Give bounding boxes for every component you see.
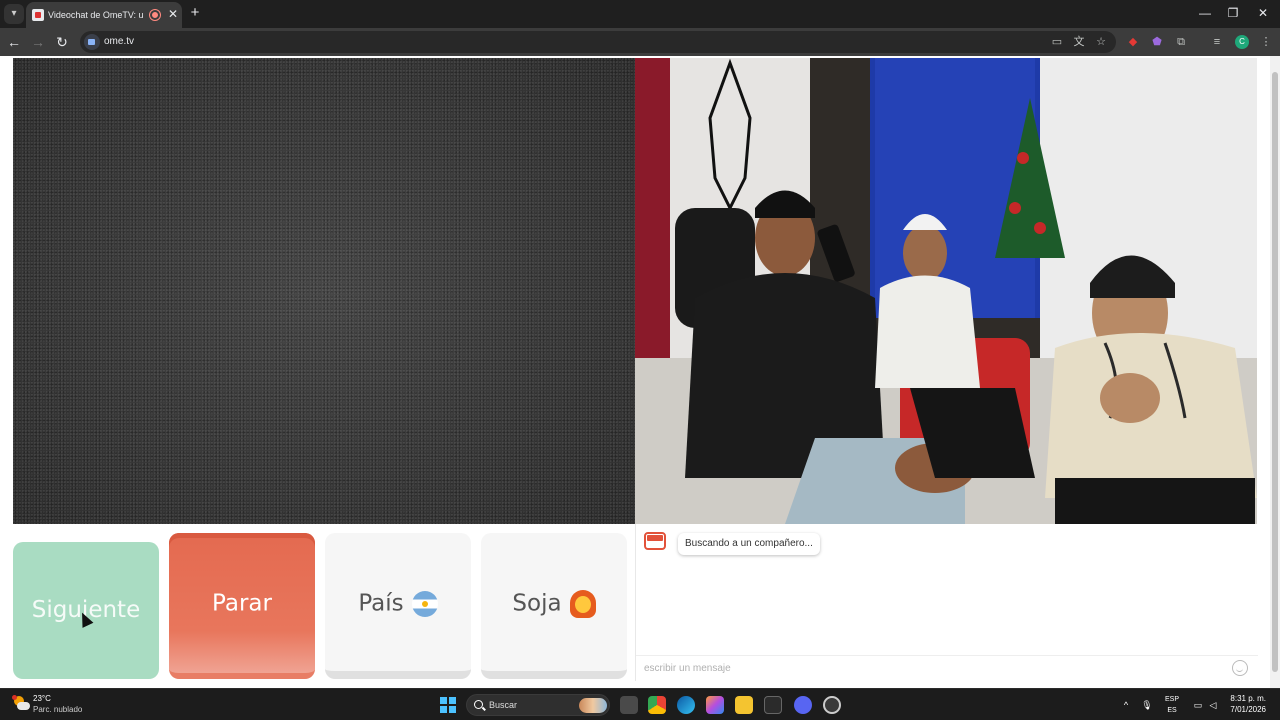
remote-video-scene [635, 58, 1257, 524]
female-emoji-icon [569, 589, 596, 618]
remote-video [635, 58, 1257, 524]
taskbar-clock-date[interactable]: 7/01/2026 [1222, 705, 1266, 715]
file-explorer-icon[interactable] [735, 696, 753, 714]
address-bar[interactable]: ome.tv [80, 31, 1116, 53]
task-view-icon[interactable] [620, 696, 638, 714]
extensions-puzzle-icon[interactable]: ⧉ [1173, 34, 1189, 50]
translate-icon[interactable]: 文 [1071, 34, 1087, 50]
tab-title: Videochat de OmeTV: uno a uno [48, 10, 144, 20]
tray-overflow-chevron-icon[interactable]: ^ [1120, 699, 1132, 711]
network-icon[interactable]: ▭ [1192, 699, 1204, 711]
url-text[interactable]: ome.tv [104, 35, 134, 49]
reload-button[interactable]: ↻ [52, 33, 72, 51]
chat-panel: Buscando a un compañero... [635, 524, 1258, 681]
local-video-static [13, 58, 635, 524]
stop-button[interactable]: Parar [169, 533, 315, 679]
tab-search-chevron-icon[interactable]: ▾ [4, 4, 24, 24]
microphone-icon[interactable]: 🎙 [1141, 699, 1153, 711]
volume-icon[interactable]: ◁ [1207, 699, 1219, 711]
tab-media-icon[interactable]: ≡ [1209, 34, 1225, 50]
gender-button[interactable]: Soja [481, 533, 627, 679]
minimize-button[interactable]: — [1190, 4, 1220, 22]
scrollbar-thumb[interactable] [1272, 72, 1278, 672]
chat-status-message: Buscando a un compañero... [678, 533, 820, 555]
weather-widget-icon[interactable] [12, 695, 30, 713]
close-window-button[interactable]: ✕ [1248, 4, 1278, 22]
back-button[interactable]: ← [4, 33, 24, 51]
taskbar-search[interactable]: Buscar [466, 694, 610, 716]
new-tab-button[interactable]: + [188, 4, 202, 22]
extension-purple-icon[interactable]: ⬟ [1149, 34, 1165, 50]
gender-button-label: Soja [512, 590, 562, 617]
language-indicator-bottom[interactable]: ES [1160, 706, 1184, 715]
country-button[interactable]: País [325, 533, 471, 679]
stop-button-label: Parar [212, 590, 272, 617]
discord-icon[interactable] [794, 696, 812, 714]
maximize-button[interactable]: ❐ [1218, 4, 1248, 22]
ometv-logo-icon [644, 532, 666, 550]
windows-taskbar: 23°C Parc. nublado Buscar ^ 🎙 ESP ES ▭ ◁… [0, 688, 1280, 720]
profile-avatar[interactable]: C [1235, 35, 1249, 49]
browser-menu-icon[interactable]: ⋮ [1258, 34, 1274, 50]
weather-temperature[interactable]: 23°C [33, 694, 51, 704]
edge-icon[interactable] [677, 696, 695, 714]
microsoft-store-icon[interactable] [764, 696, 782, 714]
argentina-flag-icon [411, 590, 438, 617]
recording-app-icon[interactable] [823, 696, 841, 714]
search-highlight-image [579, 698, 607, 713]
browser-toolbar: ← → ↻ ome.tv ▭ 文 ☆ ◆ ⬟ ⧉ ≡ C ⋮ [0, 28, 1280, 56]
cast-icon[interactable]: ▭ [1049, 34, 1065, 50]
emoji-picker-icon[interactable] [1232, 660, 1248, 676]
language-indicator-top[interactable]: ESP [1160, 695, 1184, 704]
weather-description[interactable]: Parc. nublado [33, 705, 82, 715]
ometv-favicon-icon [32, 9, 44, 21]
chrome-icon[interactable] [648, 696, 666, 714]
country-button-label: País [358, 590, 404, 617]
taskbar-search-label: Buscar [489, 700, 518, 710]
bookmark-star-icon[interactable]: ☆ [1093, 34, 1109, 50]
browser-tab[interactable]: Videochat de OmeTV: uno a uno ✕ [26, 2, 182, 28]
tab-close-icon[interactable]: ✕ [166, 6, 180, 22]
copilot-icon[interactable] [706, 696, 724, 714]
taskbar-clock-time[interactable]: 8:31 p. m. [1222, 694, 1266, 704]
chat-message-input[interactable] [636, 655, 1258, 681]
extension-red-icon[interactable]: ◆ [1125, 34, 1141, 50]
site-info-icon[interactable] [84, 34, 100, 50]
search-icon [474, 700, 483, 709]
page-scrollbar[interactable] [1270, 56, 1280, 688]
recording-indicator-icon [150, 10, 160, 20]
tab-strip: ▾ Videochat de OmeTV: uno a uno ✕ + — ❐ … [0, 0, 1280, 28]
forward-button[interactable]: → [28, 33, 48, 51]
windows-start-icon[interactable] [440, 697, 456, 713]
